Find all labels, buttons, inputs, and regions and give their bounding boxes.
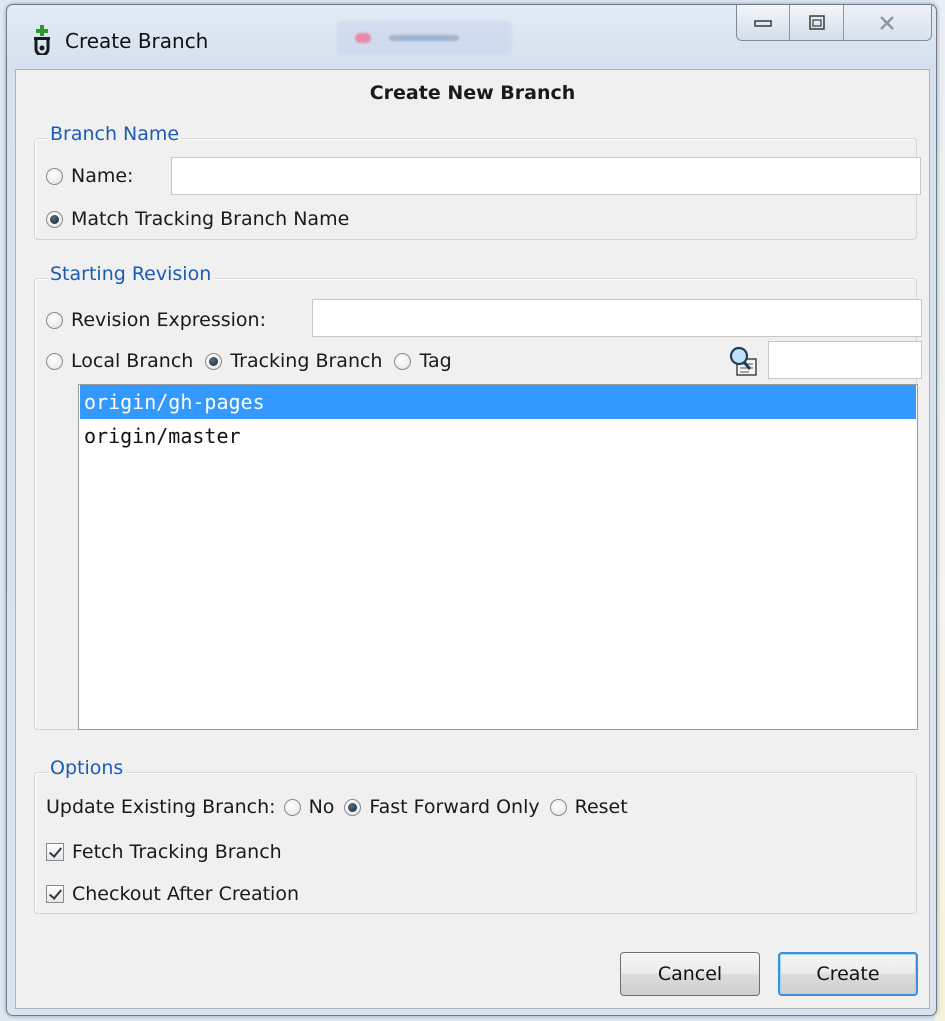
update-existing-row: Update Existing Branch: No Fast Forward … xyxy=(46,792,628,822)
revision-type-row: Local Branch Tracking Branch Tag xyxy=(46,346,452,376)
cancel-button[interactable]: Cancel xyxy=(620,952,760,996)
dialog-content: Create New Branch Branch Name Name: Matc… xyxy=(15,69,930,1009)
revision-expression-input[interactable] xyxy=(312,299,922,337)
revision-expression-radio[interactable] xyxy=(46,311,63,329)
checkout-after-option[interactable]: Checkout After Creation xyxy=(46,879,299,909)
tracking-branch-radio[interactable] xyxy=(205,352,223,370)
minimize-button[interactable] xyxy=(737,5,791,40)
local-branch-radio[interactable] xyxy=(46,352,63,370)
tracking-branch-label[interactable]: Tracking Branch xyxy=(230,350,382,372)
update-fast-forward-radio[interactable] xyxy=(344,798,362,816)
fetch-tracking-option[interactable]: Fetch Tracking Branch xyxy=(46,837,282,867)
minimize-icon xyxy=(754,19,772,27)
branch-name-legend: Branch Name xyxy=(47,123,183,145)
update-fast-forward-label[interactable]: Fast Forward Only xyxy=(369,796,539,818)
close-icon xyxy=(880,15,895,30)
update-no-radio[interactable] xyxy=(283,798,301,816)
create-button[interactable]: Create xyxy=(778,952,918,996)
create-branch-window: Create Branch Create New Branch Branch N… xyxy=(6,4,937,1016)
update-reset-label[interactable]: Reset xyxy=(575,796,628,818)
branch-name-input[interactable] xyxy=(171,157,921,195)
branch-filter-input[interactable] xyxy=(768,341,922,379)
checkout-after-checkbox[interactable] xyxy=(46,885,64,903)
close-button[interactable] xyxy=(843,5,931,40)
options-legend: Options xyxy=(47,757,127,779)
background-window-tab xyxy=(337,21,512,55)
revision-expression-label: Revision Expression: xyxy=(71,309,266,331)
match-tracking-label: Match Tracking Branch Name xyxy=(71,208,350,230)
update-existing-label: Update Existing Branch: xyxy=(46,796,276,818)
dialog-heading: Create New Branch xyxy=(369,82,576,104)
search-icon[interactable] xyxy=(728,345,758,377)
match-tracking-option[interactable]: Match Tracking Branch Name xyxy=(46,204,349,234)
update-reset-radio[interactable] xyxy=(549,798,567,816)
title-bar[interactable]: Create Branch xyxy=(7,5,936,69)
list-item[interactable]: origin/gh-pages xyxy=(80,385,916,419)
local-branch-label[interactable]: Local Branch xyxy=(71,350,193,372)
window-title: Create Branch xyxy=(65,29,209,53)
match-tracking-radio[interactable] xyxy=(46,210,63,228)
window-controls xyxy=(736,5,932,41)
starting-revision-legend: Starting Revision xyxy=(47,263,215,285)
fetch-tracking-label: Fetch Tracking Branch xyxy=(72,841,282,863)
list-item[interactable]: origin/master xyxy=(80,419,916,453)
maximize-button[interactable] xyxy=(790,5,844,40)
name-label: Name: xyxy=(71,165,134,187)
branch-list[interactable]: origin/gh-pages origin/master xyxy=(78,384,918,730)
tag-radio[interactable] xyxy=(394,352,412,370)
maximize-icon xyxy=(808,14,825,30)
name-option[interactable]: Name: xyxy=(46,161,133,191)
git-branch-add-icon xyxy=(34,25,50,55)
revision-expression-option[interactable]: Revision Expression: xyxy=(46,305,266,335)
tag-label[interactable]: Tag xyxy=(419,350,451,372)
checkout-after-label: Checkout After Creation xyxy=(72,883,299,905)
fetch-tracking-checkbox[interactable] xyxy=(46,843,64,861)
name-radio[interactable] xyxy=(46,167,63,185)
update-no-label[interactable]: No xyxy=(309,796,335,818)
